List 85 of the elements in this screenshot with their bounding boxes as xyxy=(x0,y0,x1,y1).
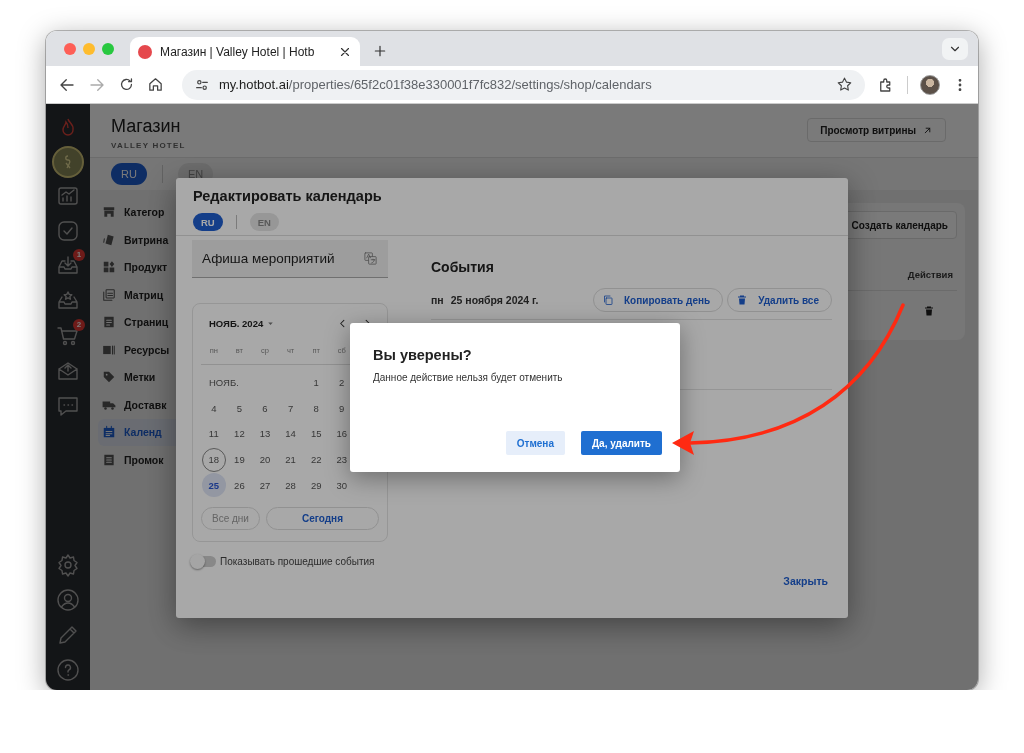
calendar-day[interactable]: 20 xyxy=(253,447,277,472)
confirm-delete-button[interactable]: Да, удалить xyxy=(581,431,662,455)
date-text: 25 ноября 2024 г. xyxy=(450,294,539,306)
delete-all-button[interactable]: Удалить все xyxy=(727,288,832,312)
tag-icon xyxy=(102,370,116,385)
notification-badge: 2 xyxy=(73,319,85,331)
settings-icon[interactable] xyxy=(56,553,80,577)
calendar-day[interactable]: 4 xyxy=(201,396,226,421)
today-button[interactable]: Сегодня xyxy=(265,506,379,530)
grid-icon xyxy=(102,260,116,275)
language-tab[interactable]: RU xyxy=(193,213,223,231)
trash-icon xyxy=(736,294,749,306)
calendar-day[interactable]: 21 xyxy=(278,447,303,472)
calendar-day[interactable]: 8 xyxy=(304,396,329,421)
calendar-day[interactable]: 7 xyxy=(278,396,303,421)
calendar-day[interactable]: 19 xyxy=(227,447,252,472)
calendar-day[interactable]: 29 xyxy=(304,473,329,498)
language-tab[interactable]: RU xyxy=(111,163,147,185)
calendar-day[interactable]: 16 xyxy=(329,422,354,446)
section-title: События xyxy=(431,259,495,275)
toggle-switch[interactable] xyxy=(192,556,216,567)
all-days-button[interactable]: Все дни xyxy=(201,506,260,530)
chart-icon[interactable] xyxy=(56,184,80,208)
calendar-icon xyxy=(102,425,116,440)
bookmark-star-icon[interactable] xyxy=(836,76,853,93)
calendar-day[interactable]: 15 xyxy=(304,422,329,446)
calendar-day[interactable]: 28 xyxy=(278,473,303,498)
minimize-window-button[interactable] xyxy=(83,42,95,55)
month-label: НОЯБ. xyxy=(208,376,240,391)
chat-icon[interactable] xyxy=(56,394,80,418)
month-selector[interactable]: НОЯБ. 2024 xyxy=(209,317,276,329)
user-icon[interactable] xyxy=(56,588,80,612)
document-icon xyxy=(102,315,116,330)
checkmark-icon[interactable] xyxy=(56,219,80,243)
weekday-text: пн xyxy=(431,294,444,306)
calendar-day[interactable]: 13 xyxy=(253,422,277,446)
calendar-day[interactable]: 6 xyxy=(253,396,277,421)
envelope-icon[interactable] xyxy=(56,359,80,383)
list-icon xyxy=(102,452,116,467)
reload-icon[interactable] xyxy=(118,76,135,93)
calendar-day[interactable]: 1 xyxy=(304,370,329,395)
store-icon xyxy=(102,205,116,220)
address-bar[interactable]: my.hotbot.ai/properties/65f2c01f38e330001f7fc832/settings/shop/calendars xyxy=(182,69,865,100)
property-avatar-icon[interactable] xyxy=(52,146,84,178)
property-name: VALLEY HOTEL xyxy=(111,141,186,150)
close-window-button[interactable] xyxy=(64,42,76,55)
avatar-icon[interactable] xyxy=(920,74,940,95)
close-link[interactable]: Закрыть xyxy=(783,575,828,587)
cart-icon[interactable] xyxy=(56,324,80,348)
preview-button[interactable]: Просмотр витрины xyxy=(807,118,946,142)
dialog-message: Данное действие нельзя будет отменить xyxy=(373,372,564,383)
translate-icon[interactable] xyxy=(363,251,378,266)
copy-day-button[interactable]: Копировать день xyxy=(593,288,724,312)
notification-badge: 1 xyxy=(73,249,85,261)
dialog-title: Вы уверены? xyxy=(373,347,473,363)
help-icon[interactable] xyxy=(56,658,80,682)
trash-icon[interactable] xyxy=(923,305,935,317)
calendar-day[interactable]: 14 xyxy=(278,422,303,446)
stack-icon xyxy=(102,287,116,302)
calendar-day[interactable]: 26 xyxy=(227,473,252,498)
calendar-day[interactable]: 30 xyxy=(329,473,354,498)
site-favicon-icon xyxy=(138,44,152,59)
calendar-name-field[interactable]: Афиша мероприятий xyxy=(192,240,388,278)
calendar-day[interactable]: 5 xyxy=(227,396,252,421)
new-tab-icon[interactable] xyxy=(372,43,388,59)
copy-icon xyxy=(602,294,614,306)
cards-icon xyxy=(102,232,116,247)
calendar-day[interactable]: 22 xyxy=(304,447,329,472)
id-card-icon xyxy=(102,342,116,357)
page-title: Магазин xyxy=(111,116,182,137)
calendar-day[interactable]: 2 xyxy=(329,370,354,395)
modal-title: Редактировать календарь xyxy=(193,188,383,204)
home-icon[interactable] xyxy=(147,76,164,93)
calendar-day[interactable]: 9 xyxy=(329,396,354,421)
calendar-day[interactable]: 25 xyxy=(201,473,226,498)
calendar-day[interactable]: 12 xyxy=(227,422,252,446)
flame-logo[interactable] xyxy=(60,118,76,136)
maximize-window-button[interactable] xyxy=(102,42,114,55)
cancel-button[interactable]: Отмена xyxy=(505,431,565,455)
tab-list-button[interactable] xyxy=(942,37,968,60)
column-header: Действия xyxy=(907,269,954,280)
browser-tab[interactable]: Магазин | Valley Hotel | Hotb xyxy=(130,37,360,66)
calendar-day[interactable]: 27 xyxy=(253,473,277,498)
calendar-day[interactable]: 23 xyxy=(329,447,354,472)
toggle-label: Показывать прошедшие события xyxy=(220,556,375,567)
